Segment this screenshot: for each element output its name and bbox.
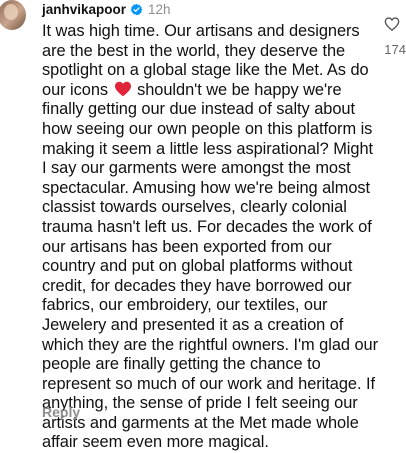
like-count: 174 — [384, 42, 406, 57]
verified-badge-icon — [130, 3, 143, 15]
timestamp: 12h — [148, 1, 171, 17]
comment-header: janhvikapoor 12h — [42, 0, 380, 18]
reply-button[interactable]: Reply — [42, 404, 80, 420]
red-heart-emoji-icon — [114, 81, 131, 97]
comment-text-part-2: shouldn't we be happy we're finally gett… — [42, 80, 378, 452]
username[interactable]: janhvikapoor — [42, 2, 126, 17]
comment: janhvikapoor 12h It was high time. Our a… — [42, 0, 380, 453]
heart-outline-icon[interactable] — [384, 16, 400, 32]
avatar[interactable] — [0, 0, 26, 30]
comment-text: It was high time. Our artisans and desig… — [42, 22, 380, 453]
